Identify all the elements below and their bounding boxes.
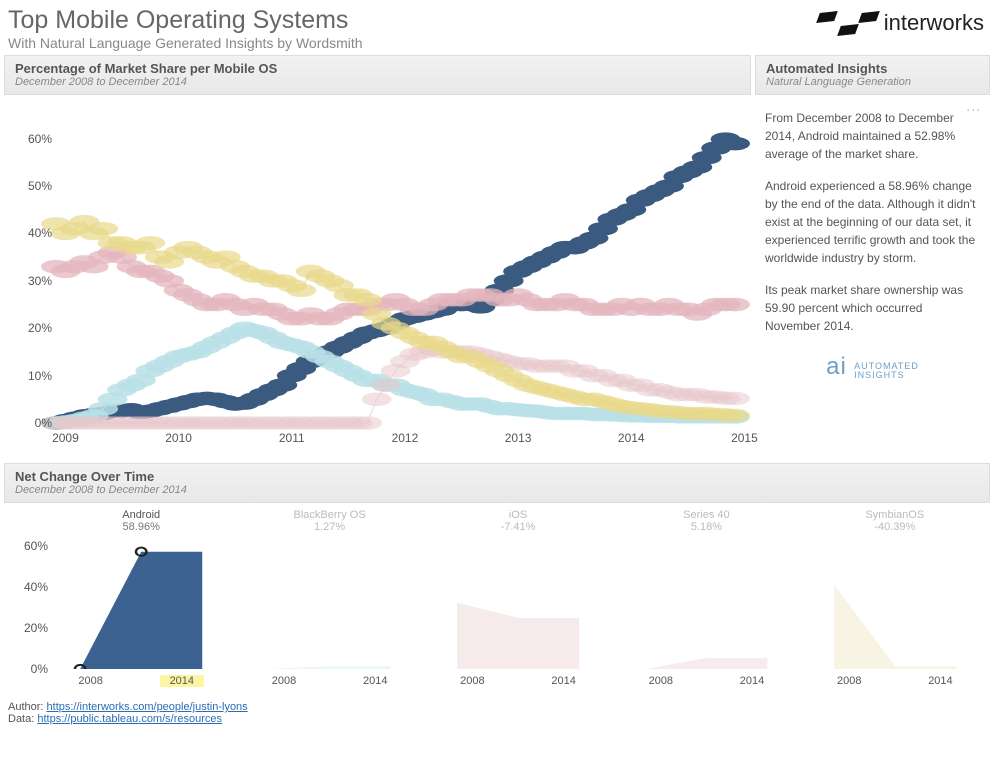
x-tick: 2012 bbox=[392, 431, 419, 445]
insights-title-bar: Automated Insights Natural Language Gene… bbox=[755, 55, 990, 95]
y-tick: 40% bbox=[14, 226, 52, 240]
chart2-subtitle: December 2008 to December 2014 bbox=[15, 484, 979, 496]
author-link[interactable]: https://interworks.com/people/justin-lyo… bbox=[47, 701, 248, 713]
insight-paragraph-3: Its peak market share ownership was 59.9… bbox=[765, 281, 980, 335]
y-tick: 0% bbox=[14, 416, 52, 430]
net-cell-android[interactable]: Android58.96% 20082014 bbox=[50, 513, 232, 697]
net-change-panel: Net Change Over Time December 2008 to De… bbox=[0, 463, 994, 697]
chart2-title-bar: Net Change Over Time December 2008 to De… bbox=[4, 463, 990, 503]
data-link[interactable]: https://public.tableau.com/s/resources bbox=[37, 713, 222, 725]
main-chart-panel: Percentage of Market Share per Mobile OS… bbox=[4, 55, 751, 459]
x-2014: 2014 bbox=[551, 675, 575, 687]
kebab-menu-icon[interactable]: ⋮ bbox=[963, 103, 984, 118]
ai-logo-line2: INSIGHTS bbox=[854, 370, 905, 380]
x-tick: 2009 bbox=[52, 431, 79, 445]
x-2014: 2014 bbox=[363, 675, 387, 687]
x-tick: 2014 bbox=[618, 431, 645, 445]
chart1-subtitle: December 2008 to December 2014 bbox=[15, 76, 740, 88]
y-tick: 0% bbox=[8, 662, 48, 676]
x-tick: 2015 bbox=[731, 431, 758, 445]
author-label: Author: bbox=[8, 701, 47, 713]
x-2008: 2008 bbox=[272, 675, 296, 687]
header: Top Mobile Operating Systems With Natura… bbox=[0, 0, 994, 55]
insights-panel: Automated Insights Natural Language Gene… bbox=[755, 55, 990, 459]
insight-paragraph-1: From December 2008 to December 2014, And… bbox=[765, 109, 980, 163]
x-2008: 2008 bbox=[649, 675, 673, 687]
y-tick: 60% bbox=[14, 132, 52, 146]
y-tick: 20% bbox=[14, 321, 52, 335]
net-cell-series40[interactable]: Series 405.18% 20082014 bbox=[615, 513, 797, 697]
x-2008: 2008 bbox=[78, 675, 102, 687]
x-tick: 2011 bbox=[279, 431, 305, 445]
x-2014: 2014 bbox=[740, 675, 764, 687]
x-tick: 2013 bbox=[505, 431, 532, 445]
insight-paragraph-2: Android experienced a 58.96% change by t… bbox=[765, 177, 980, 267]
chart1-title: Percentage of Market Share per Mobile OS bbox=[15, 61, 740, 76]
x-tick: 2010 bbox=[165, 431, 192, 445]
y-tick: 20% bbox=[8, 621, 48, 635]
x-2014: 2014 bbox=[928, 675, 952, 687]
x-2014-highlighted[interactable]: 2014 bbox=[160, 675, 204, 687]
ai-logo-icon: ai bbox=[826, 353, 847, 380]
chart1-title-bar: Percentage of Market Share per Mobile OS… bbox=[4, 55, 751, 95]
data-label: Data: bbox=[8, 713, 37, 725]
brand-mark-icon bbox=[818, 12, 878, 35]
net-sym-name: SymbianOS bbox=[804, 509, 986, 521]
net-cell-symbian[interactable]: SymbianOS-40.39% 20082014 bbox=[804, 513, 986, 697]
chart2-title: Net Change Over Time bbox=[15, 469, 979, 484]
y-tick: 50% bbox=[14, 179, 52, 193]
y-tick: 10% bbox=[14, 369, 52, 383]
insights-title: Automated Insights bbox=[766, 61, 979, 76]
chart1-plot-area[interactable]: 0% 10% 20% 30% 40% 50% 60% 2009 2010 2011 2012 2013… bbox=[4, 99, 751, 459]
page-subtitle: With Natural Language Generated Insights… bbox=[8, 35, 363, 51]
net-android-name: Android bbox=[50, 509, 232, 521]
net-bb-name: BlackBerry OS bbox=[238, 509, 420, 521]
net-cell-ios[interactable]: iOS-7.41% 20082014 bbox=[427, 513, 609, 697]
brand-logo: interworks bbox=[818, 10, 984, 36]
y-tick: 30% bbox=[14, 274, 52, 288]
footer: Author: https://interworks.com/people/ju… bbox=[0, 697, 994, 729]
x-2008: 2008 bbox=[837, 675, 861, 687]
y-tick: 40% bbox=[8, 580, 48, 594]
net-s40-name: Series 40 bbox=[615, 509, 797, 521]
automated-insights-logo: ai AUTOMATEDINSIGHTS bbox=[765, 349, 980, 385]
brand-name: interworks bbox=[884, 10, 984, 36]
net-ios-name: iOS bbox=[427, 509, 609, 521]
page-title: Top Mobile Operating Systems bbox=[8, 6, 363, 35]
insights-subtitle: Natural Language Generation bbox=[766, 76, 979, 88]
x-2008: 2008 bbox=[460, 675, 484, 687]
y-tick: 60% bbox=[8, 539, 48, 553]
chart2-body[interactable]: 0%20%40%60% Android58.96% 20082014 Black… bbox=[4, 507, 990, 697]
net-cell-blackberry[interactable]: BlackBerry OS1.27% 20082014 bbox=[238, 513, 420, 697]
